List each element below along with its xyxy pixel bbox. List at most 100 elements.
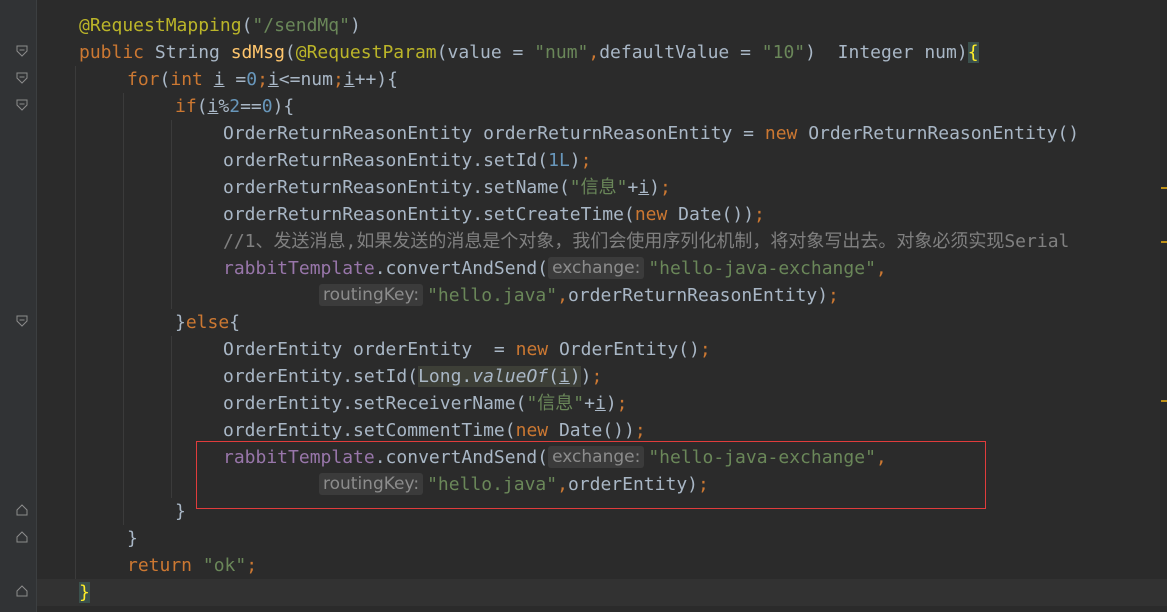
indent-guide [123, 174, 124, 201]
code-line[interactable]: OrderReturnReasonEntity orderReturnReaso… [37, 120, 1167, 147]
code-line-content: rabbitTemplate.convertAndSend(exchange: "… [223, 255, 887, 282]
code-token: Date()) [678, 204, 755, 225]
indent-guide [123, 255, 124, 282]
code-token: rabbitTemplate [223, 258, 375, 279]
code-token: 2 [229, 96, 241, 117]
code-token: ; [257, 69, 268, 90]
indent-guide [75, 255, 76, 282]
indent-guide [75, 93, 76, 120]
fold-else-icon[interactable] [16, 315, 28, 327]
code-token: = [224, 69, 247, 90]
code-token: } [175, 312, 186, 333]
code-token: { [229, 312, 241, 333]
code-token: new [515, 339, 559, 360]
parameter-hint: routingKey: [319, 473, 424, 495]
code-token: orderReturnReasonEntity.setName( [223, 177, 570, 198]
code-token: , [875, 258, 887, 279]
code-token: ){ [272, 96, 295, 117]
indent-guide [75, 498, 76, 525]
code-token: ; [246, 555, 258, 576]
code-line[interactable]: rabbitTemplate.convertAndSend(exchange: "… [37, 255, 1167, 282]
code-line[interactable]: }else{ [37, 309, 1167, 336]
code-token: ++){ [354, 69, 399, 90]
code-line[interactable]: orderEntity.setId(Long.valueOf(i)); [37, 363, 1167, 390]
indent-guide [171, 120, 172, 147]
code-token: Long. [418, 366, 473, 387]
indent-guide [171, 255, 172, 282]
code-line[interactable]: orderEntity.setCommentTime(new Date()); [37, 417, 1167, 444]
code-token: 0 [246, 69, 258, 90]
code-line-content: orderReturnReasonEntity.setId(1L); [223, 147, 591, 174]
indent-guide [171, 444, 172, 471]
indent-guide [75, 390, 76, 417]
indent-guide [123, 390, 124, 417]
code-line[interactable]: rabbitTemplate.convertAndSend(exchange: "… [37, 444, 1167, 471]
code-token: "num" [534, 42, 589, 63]
code-line[interactable]: public String sdMsg(@RequestParam(value … [37, 39, 1167, 66]
code-area[interactable]: @RequestMapping("/sendMq") public String … [37, 12, 1167, 606]
code-token: "/sendMq" [252, 15, 350, 36]
code-editor[interactable]: @RequestMapping("/sendMq") public String … [0, 0, 1167, 612]
error-stripe-mark[interactable] [1161, 241, 1167, 243]
code-token: @RequestMapping [79, 15, 242, 36]
code-token: % [218, 96, 230, 117]
code-token: ; [698, 474, 709, 495]
indent-guide [75, 147, 76, 174]
code-line[interactable]: @RequestMapping("/sendMq") [37, 12, 1167, 39]
code-line[interactable]: orderReturnReasonEntity.setCreateTime(ne… [37, 201, 1167, 228]
code-token: ; [591, 366, 603, 387]
code-line[interactable]: routingKey: "hello.java",orderReturnReaso… [37, 282, 1167, 309]
code-token: ; [634, 420, 646, 441]
code-token: "hello.java" [427, 285, 558, 306]
fold-end-method-icon[interactable] [16, 585, 28, 597]
indent-guide [75, 174, 76, 201]
indent-guide [75, 471, 76, 498]
indent-guide [171, 417, 172, 444]
code-line[interactable]: } [37, 525, 1167, 552]
code-line[interactable]: } [37, 498, 1167, 525]
fold-if-icon[interactable] [16, 99, 28, 111]
indent-guide [171, 471, 172, 498]
code-line-content: @RequestMapping("/sendMq") [79, 12, 361, 39]
fold-method-icon[interactable] [16, 45, 28, 57]
fold-for-icon[interactable] [16, 72, 28, 84]
code-token: orderEntity.setCommentTime( [223, 420, 516, 441]
code-line[interactable]: //1、发送消息,如果发送的消息是个对象，我们会使用序列化机制，将对象写出去。对… [37, 228, 1167, 255]
indent-guide [171, 174, 172, 201]
code-token: ; [754, 204, 765, 225]
code-line[interactable]: for(int i =0;i<=num;i++){ [37, 66, 1167, 93]
code-token: + [627, 177, 639, 198]
code-token: ) [569, 150, 581, 171]
code-token: defaultValue = [599, 42, 762, 63]
code-line[interactable]: routingKey: "hello.java",orderEntity); [37, 471, 1167, 498]
indent-guide [123, 498, 124, 525]
code-line[interactable]: orderReturnReasonEntity.setId(1L); [37, 147, 1167, 174]
indent-guide [75, 309, 76, 336]
code-token: ) [349, 15, 361, 36]
fold-end-else-icon[interactable] [16, 504, 28, 516]
code-token: ; [616, 393, 628, 414]
error-stripe-mark[interactable] [1161, 400, 1167, 402]
code-token: ( [548, 366, 559, 387]
code-line[interactable]: } [37, 579, 1167, 606]
code-line[interactable]: if(i%2==0){ [37, 93, 1167, 120]
code-line[interactable]: orderReturnReasonEntity.setName("信息"+i); [37, 174, 1167, 201]
indent-guide [123, 120, 124, 147]
code-token: .convertAndSend( [374, 258, 549, 279]
code-token: i [638, 177, 650, 198]
indent-guide [75, 444, 76, 471]
code-line-content: orderEntity.setCommentTime(new Date()); [223, 417, 646, 444]
code-line[interactable]: return "ok"; [37, 552, 1167, 579]
code-line-content: //1、发送消息,如果发送的消息是个对象，我们会使用序列化机制，将对象写出去。对… [223, 228, 1069, 255]
code-line[interactable]: OrderEntity orderEntity = new OrderEntit… [37, 336, 1167, 363]
error-stripe-mark[interactable] [1161, 187, 1167, 189]
code-token: } [175, 501, 186, 522]
code-line[interactable]: orderEntity.setReceiverName("信息"+i); [37, 390, 1167, 417]
code-line-content: orderEntity.setId(Long.valueOf(i)); [223, 363, 602, 390]
code-token: OrderReturnReasonEntity orderReturnReaso… [223, 123, 765, 144]
code-token: i [594, 393, 606, 414]
code-token: @RequestParam [295, 42, 437, 63]
code-line-content: public String sdMsg(@RequestParam(value … [79, 39, 979, 66]
fold-end-for-icon[interactable] [16, 531, 28, 543]
code-token: i [343, 69, 355, 90]
